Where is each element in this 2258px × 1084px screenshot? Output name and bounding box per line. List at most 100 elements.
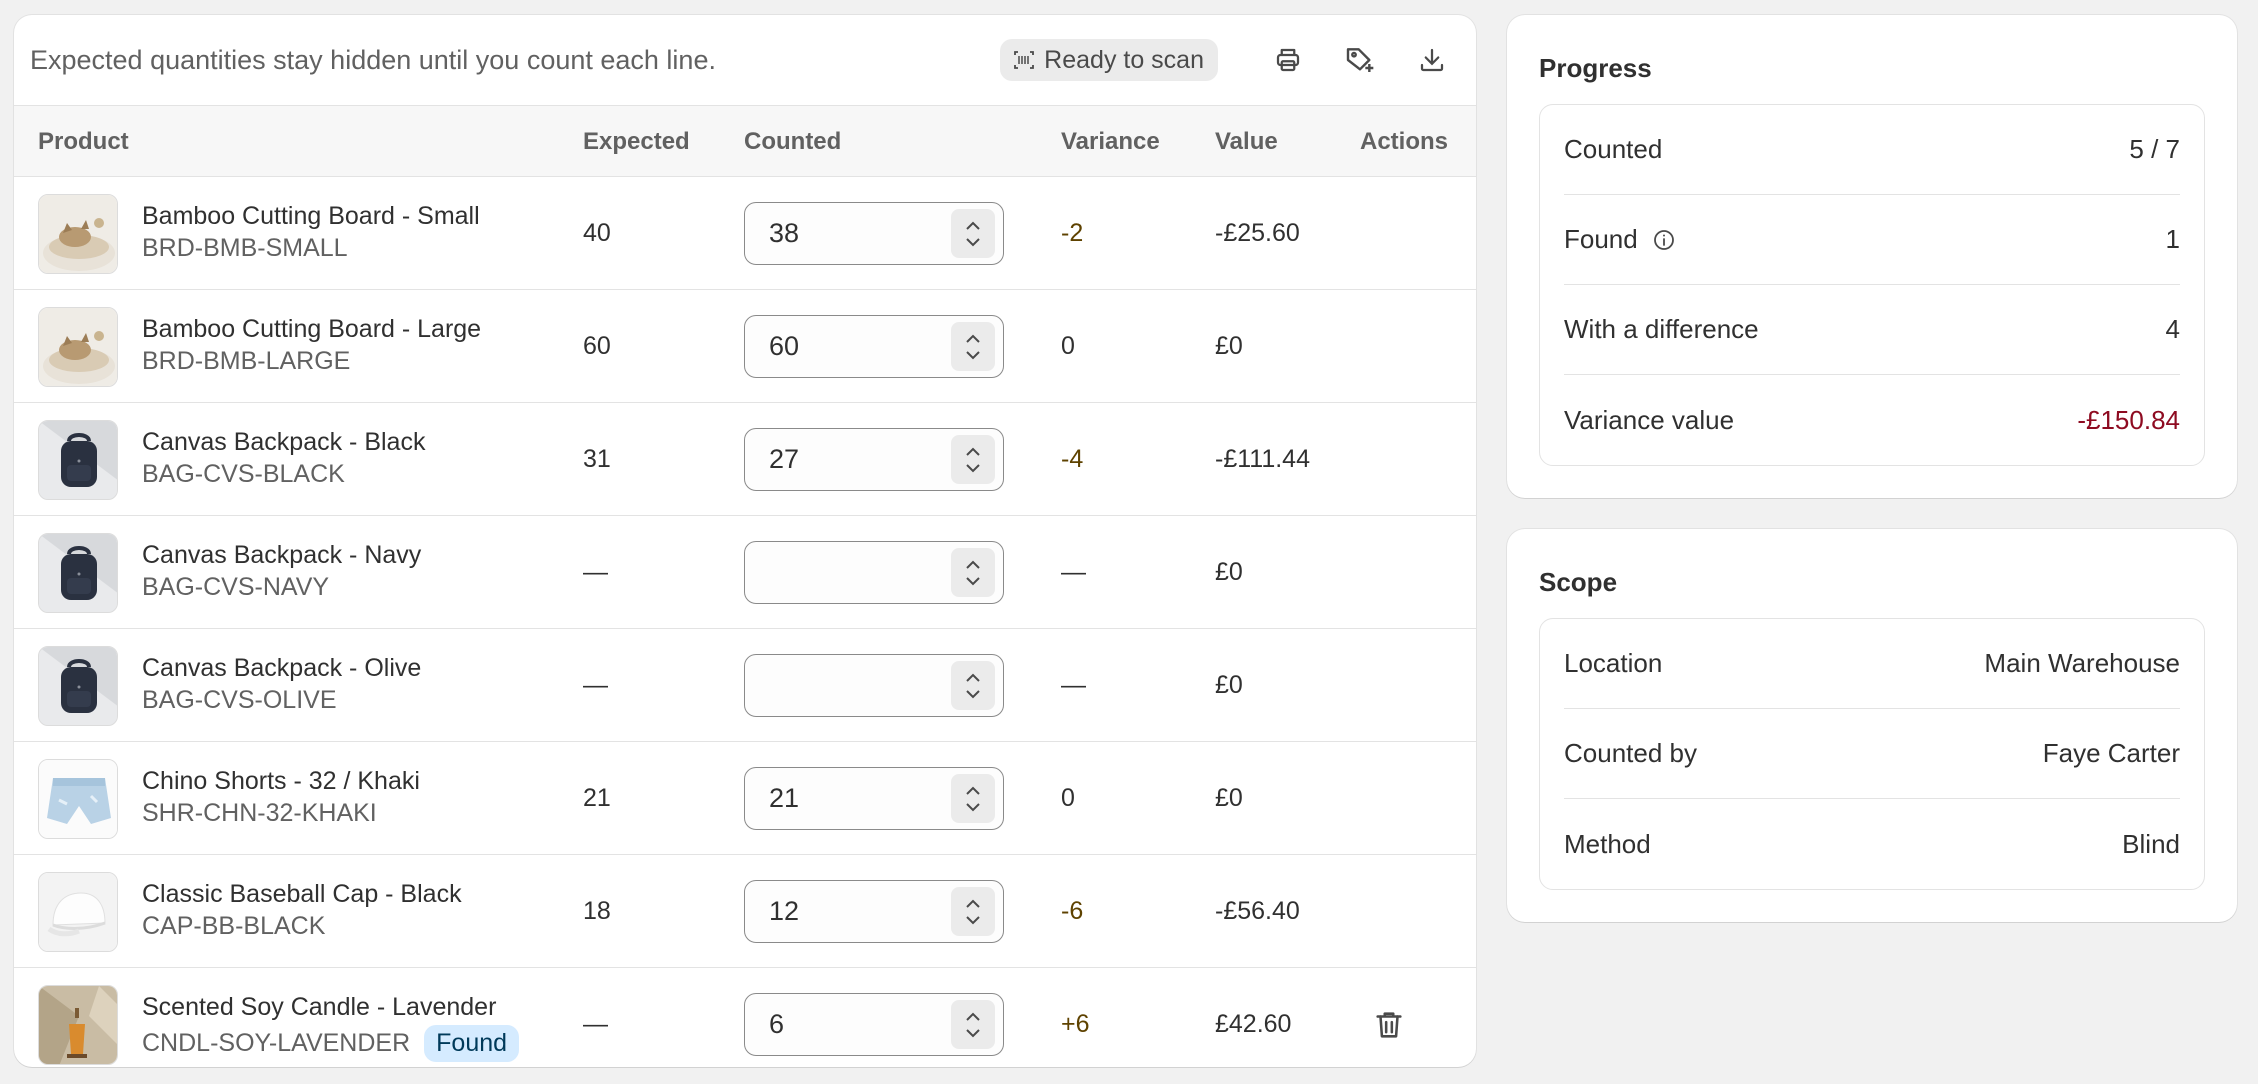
counted-quantity-input[interactable] <box>744 654 1004 717</box>
kv-label: Found <box>1564 224 1638 254</box>
counted-quantity-input[interactable]: 38 <box>744 202 1004 265</box>
count-lines-card: Expected quantities stay hidden until yo… <box>14 15 1476 1067</box>
counted-quantity-input[interactable]: 60 <box>744 315 1004 378</box>
product-sku: CNDL-SOY-LAVENDER Found <box>142 1025 520 1062</box>
kv-label-wrap: Found <box>1564 224 1676 255</box>
product-name[interactable]: Canvas Backpack - Olive <box>142 654 421 683</box>
chevron-up-down-icon[interactable] <box>951 548 995 597</box>
table-row: Scented Soy Candle - Lavender CNDL-SOY-L… <box>14 968 1476 1067</box>
scope-summary: Location Main Warehouse Counted by Faye … <box>1539 618 2205 890</box>
column-header-value[interactable]: Value <box>1215 106 1278 178</box>
print-button[interactable] <box>1260 32 1316 88</box>
download-button[interactable] <box>1404 32 1460 88</box>
sku-text: BAG-CVS-NAVY <box>142 573 330 601</box>
chevron-up-down-icon[interactable] <box>951 209 995 258</box>
info-icon[interactable] <box>1652 228 1676 252</box>
table-row: Chino Shorts - 32 / Khaki SHR-CHN-32-KHA… <box>14 742 1476 855</box>
kv-value: 5 / 7 <box>2129 134 2180 164</box>
expected-qty: 60 <box>583 332 611 360</box>
line-value: £0 <box>1215 332 1243 360</box>
expected-qty: — <box>583 558 608 586</box>
stock-count-page: Expected quantities stay hidden until yo… <box>0 0 2258 1084</box>
variance-value: +6 <box>1061 1010 1090 1038</box>
product-sku: BAG-CVS-NAVY <box>142 573 329 602</box>
product-name[interactable]: Canvas Backpack - Black <box>142 428 425 457</box>
variance-value: -6 <box>1061 897 1084 925</box>
delete-line-button[interactable] <box>1372 1008 1406 1042</box>
kv-value: Main Warehouse <box>1984 648 2180 678</box>
product-sku: BRD-BMB-LARGE <box>142 347 350 376</box>
header-note: Expected quantities stay hidden until yo… <box>30 44 716 75</box>
progress-found: Found 1 <box>1564 195 2180 285</box>
progress-variance-value: Variance value -£150.84 <box>1564 375 2180 465</box>
product-thumbnail <box>38 533 118 613</box>
download-icon <box>1417 45 1447 75</box>
column-header-variance[interactable]: Variance <box>1061 106 1160 178</box>
expected-qty: — <box>583 671 608 699</box>
table-body: Bamboo Cutting Board - Small BRD-BMB-SMA… <box>14 177 1476 1067</box>
product-thumbnail <box>38 872 118 952</box>
product-sku: CAP-BB-BLACK <box>142 912 325 941</box>
expected-qty: 18 <box>583 897 611 925</box>
progress-title: Progress <box>1539 53 1652 83</box>
counted-quantity-input[interactable]: 6 <box>744 993 1004 1056</box>
sku-text: SHR-CHN-32-KHAKI <box>142 799 377 827</box>
counted-value: 21 <box>769 783 800 813</box>
scope-counted-by: Counted by Faye Carter <box>1564 709 2180 799</box>
product-name[interactable]: Bamboo Cutting Board - Small <box>142 202 480 231</box>
counted-quantity-input[interactable]: 27 <box>744 428 1004 491</box>
counted-value: 60 <box>769 331 800 361</box>
column-header-counted[interactable]: Counted <box>744 106 841 178</box>
chevron-up-down-icon[interactable] <box>951 322 995 371</box>
counted-quantity-input[interactable]: 21 <box>744 767 1004 830</box>
variance-value: 0 <box>1061 332 1075 360</box>
line-value: £0 <box>1215 558 1243 586</box>
sku-text: BAG-CVS-BLACK <box>142 460 345 488</box>
progress-summary: Counted 5 / 7 Found 1 With a difference … <box>1539 104 2205 466</box>
chevron-up-down-icon[interactable] <box>951 774 995 823</box>
ready-to-scan-badge: Ready to scan <box>1000 39 1218 81</box>
chevron-up-down-icon[interactable] <box>951 1000 995 1049</box>
variance-value: — <box>1061 558 1086 586</box>
sku-text: BRD-BMB-SMALL <box>142 234 348 262</box>
variance-value: 0 <box>1061 784 1075 812</box>
add-tag-button[interactable] <box>1332 32 1388 88</box>
expected-qty: 40 <box>583 219 611 247</box>
product-name[interactable]: Chino Shorts - 32 / Khaki <box>142 767 420 796</box>
column-header-product[interactable]: Product <box>38 106 129 178</box>
scope-method: Method Blind <box>1564 799 2180 889</box>
table-header: Product Expected Counted Variance Value … <box>14 105 1476 177</box>
counted-value: 38 <box>769 218 800 248</box>
expected-qty: 31 <box>583 445 611 473</box>
kv-label: Location <box>1564 648 1663 678</box>
kv-value: Faye Carter <box>2042 738 2180 768</box>
product-name[interactable]: Classic Baseball Cap - Black <box>142 880 462 909</box>
chevron-up-down-icon[interactable] <box>951 887 995 936</box>
product-name[interactable]: Scented Soy Candle - Lavender <box>142 993 496 1022</box>
kv-label: Variance value <box>1564 404 1735 435</box>
chevron-up-down-icon[interactable] <box>951 435 995 484</box>
line-value: £0 <box>1215 671 1243 699</box>
line-value: -£111.44 <box>1215 445 1310 473</box>
table-row: Bamboo Cutting Board - Large BRD-BMB-LAR… <box>14 290 1476 403</box>
expected-qty: — <box>583 1010 608 1038</box>
product-thumbnail <box>38 646 118 726</box>
kv-value: 4 <box>2165 314 2180 344</box>
product-name[interactable]: Bamboo Cutting Board - Large <box>142 315 481 344</box>
variance-value: -4 <box>1061 445 1084 473</box>
found-badge: Found <box>424 1025 520 1062</box>
column-header-expected[interactable]: Expected <box>583 106 690 178</box>
table-row: Canvas Backpack - Black BAG-CVS-BLACK 31… <box>14 403 1476 516</box>
counted-quantity-input[interactable] <box>744 541 1004 604</box>
product-thumbnail <box>38 759 118 839</box>
expected-qty: 21 <box>583 784 611 812</box>
sku-text: BAG-CVS-OLIVE <box>142 686 337 714</box>
line-value: £0 <box>1215 784 1243 812</box>
table-row: Canvas Backpack - Olive BAG-CVS-OLIVE — … <box>14 629 1476 742</box>
product-thumbnail <box>38 307 118 387</box>
product-name[interactable]: Canvas Backpack - Navy <box>142 541 421 570</box>
counted-quantity-input[interactable]: 12 <box>744 880 1004 943</box>
chevron-up-down-icon[interactable] <box>951 661 995 710</box>
table-row: Canvas Backpack - Navy BAG-CVS-NAVY — — … <box>14 516 1476 629</box>
product-sku: BAG-CVS-BLACK <box>142 460 345 489</box>
